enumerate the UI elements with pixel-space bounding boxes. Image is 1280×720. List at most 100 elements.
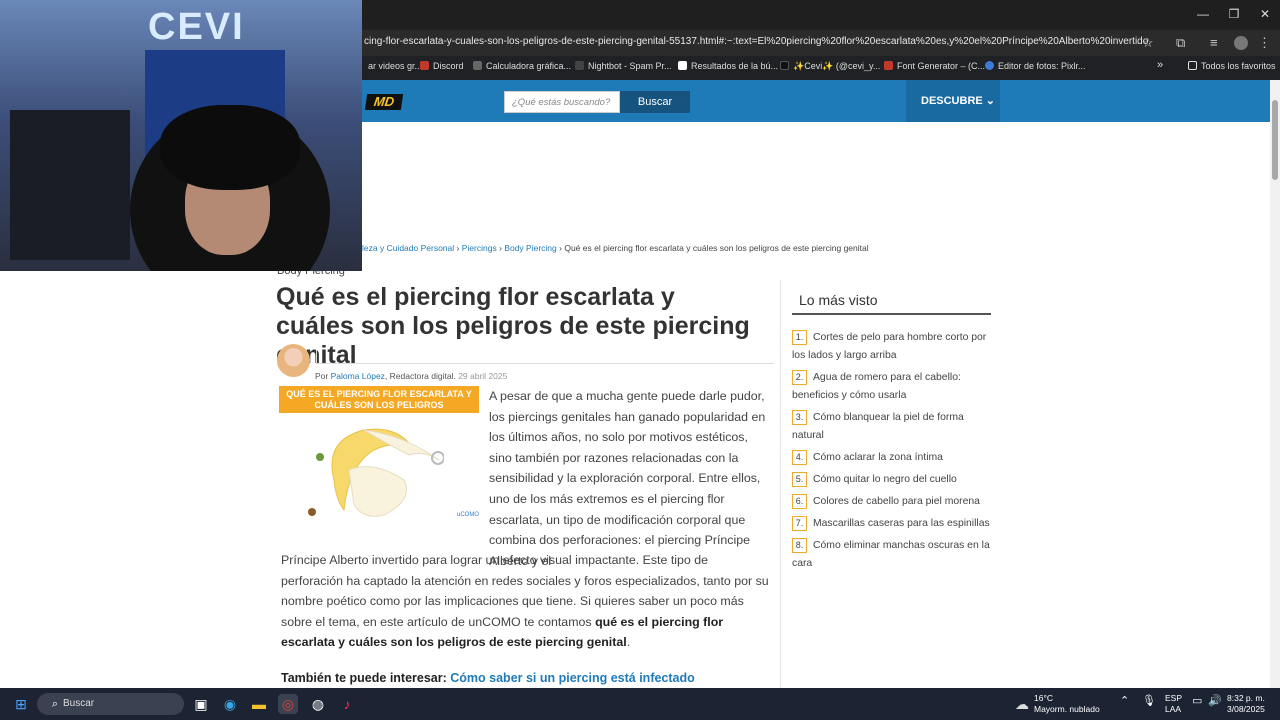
bookmark-item[interactable]: Resultados de la bú...	[678, 61, 778, 71]
chevron-up-icon[interactable]: ⌃	[1120, 696, 1129, 707]
bookmark-item[interactable]: Font Generator – (C...	[884, 61, 985, 71]
discord-icon	[420, 61, 429, 70]
close-button[interactable]: ✕	[1250, 4, 1280, 24]
edge-icon[interactable]: ◉	[220, 694, 240, 714]
list-item[interactable]: 8. Cómo eliminar manchas oscuras en la ca…	[792, 537, 998, 573]
address-bar[interactable]: cing-flor-escarlata-y-cuales-son-los-pel…	[360, 30, 1280, 56]
weather-desc: Mayorm. nublado	[1034, 704, 1100, 714]
list-item[interactable]: 5. Cómo quitar lo negro del cuello	[792, 471, 998, 489]
image-title: QUÉ ES EL PIERCING FLOR ESCARLATA Y CUÁL…	[279, 386, 479, 413]
list-number: 1.	[792, 330, 807, 345]
list-item[interactable]: 6. Colores de cabello para piel morena	[792, 493, 998, 511]
list-number: 6.	[792, 494, 807, 509]
task-view-icon[interactable]: ▣	[191, 694, 211, 714]
volume-icon[interactable]: 🔊	[1208, 696, 1222, 707]
breadcrumb-link[interactable]: Body Piercing	[504, 243, 556, 253]
profile-avatar[interactable]	[1234, 36, 1248, 50]
site-logo[interactable]: MD	[364, 94, 404, 110]
article-date: 29 abril 2025	[458, 371, 508, 381]
list-item-label[interactable]: Agua de romero para el cabello: benefici…	[792, 372, 961, 401]
windows-start-icon[interactable]: ⊞	[11, 694, 31, 714]
breadcrumb-separator: ›	[559, 243, 562, 253]
media-icon[interactable]: ≡	[1210, 35, 1218, 50]
related-label: También te puede interesar:	[281, 671, 451, 685]
breadcrumb-separator: ›	[499, 243, 502, 253]
related-article: También te puede interesar: Cómo saber s…	[281, 671, 695, 685]
list-item-label[interactable]: Cómo aclarar la zona íntima	[813, 452, 943, 463]
weather-widget[interactable]: 16°C Mayorm. nublado	[1034, 693, 1100, 715]
clock[interactable]: 8:32 p. m. 3/08/2025	[1227, 693, 1265, 715]
list-item-label[interactable]: Cómo blanquear la piel de forma natural	[792, 412, 964, 441]
obs-icon[interactable]: ◍	[308, 694, 328, 714]
list-number: 4.	[792, 450, 807, 465]
breadcrumb-link[interactable]: leza y Cuidado Personal	[362, 243, 454, 253]
breadcrumb-link[interactable]: Piercings	[462, 243, 497, 253]
byline-prefix: Por	[315, 371, 331, 381]
byline: Por Paloma López, Redactora digital. 29 …	[315, 371, 507, 381]
list-item[interactable]: 2. Agua de romero para el cabello: benefi…	[792, 369, 998, 405]
scrollbar-thumb[interactable]	[1272, 100, 1278, 180]
calculator-icon	[473, 61, 482, 70]
divider	[792, 313, 991, 315]
related-link[interactable]: Cómo saber si un piercing está infectado	[450, 671, 695, 685]
language-code: ESP	[1165, 693, 1183, 703]
list-item[interactable]: 3. Cómo blanquear la piel de forma natura…	[792, 409, 998, 445]
list-item-label[interactable]: Cortes de pelo para hombre corto por los…	[792, 332, 986, 361]
star-icon[interactable]: ☆	[1142, 35, 1154, 51]
list-item-label[interactable]: Cómo quitar lo negro del cuello	[813, 474, 957, 485]
divider	[316, 350, 317, 364]
list-number: 5.	[792, 472, 807, 487]
font-icon	[884, 61, 893, 70]
bookmark-item[interactable]: Editor de fotos: Pixlr...	[985, 61, 1086, 71]
list-item[interactable]: 7. Mascarillas caseras para las espinilla…	[792, 515, 998, 533]
language-indicator[interactable]: ESP LAA	[1165, 693, 1182, 715]
menu-icon[interactable]: ⋮	[1258, 35, 1271, 51]
chrome-icon[interactable]: ◎	[278, 694, 298, 714]
search-button[interactable]: Buscar	[620, 91, 690, 113]
document-icon	[678, 61, 687, 70]
search-input[interactable]: ¿Qué estás buscando?	[504, 91, 620, 113]
url-text[interactable]: cing-flor-escarlata-y-cuales-son-los-pel…	[364, 36, 1151, 47]
more-bookmarks-button[interactable]: »	[1157, 59, 1163, 71]
list-item-label[interactable]: Colores de cabello para piel morena	[813, 496, 980, 507]
clock-date: 3/08/2025	[1227, 704, 1265, 714]
divider	[316, 363, 774, 364]
bookmark-item[interactable]: Discord	[420, 61, 464, 71]
author-avatar[interactable]	[277, 344, 310, 377]
all-bookmarks-button[interactable]: Todos los favoritos	[1188, 61, 1276, 71]
bookmark-item[interactable]: Calculadora gráfica...	[473, 61, 571, 71]
author-role: , Redactora digital.	[384, 371, 456, 381]
list-item-label[interactable]: Cómo eliminar manchas oscuras en la cara	[792, 540, 990, 569]
list-item[interactable]: 1. Cortes de pelo para hombre corto por l…	[792, 329, 998, 365]
weather-temp: 16°C	[1034, 693, 1053, 703]
bookmark-item[interactable]: ✨Cevi✨ (@cevi_y...	[780, 61, 880, 72]
bookmark-item[interactable]: Nightbot - Spam Pr...	[575, 61, 672, 71]
extensions-icon[interactable]: ⧉	[1176, 35, 1185, 51]
file-explorer-icon[interactable]: ▬	[249, 694, 269, 714]
list-item-label[interactable]: Mascarillas caseras para las espinillas	[813, 518, 990, 529]
descubre-menu[interactable]: DESCUBRE ⌄	[906, 80, 1000, 122]
maximize-button[interactable]: ❐	[1219, 4, 1249, 24]
bookmark-item[interactable]: ar videos gr...	[368, 61, 422, 71]
sidebar-divider	[780, 280, 781, 688]
banana-illustration	[308, 428, 444, 517]
minimize-button[interactable]: —	[1188, 4, 1218, 24]
network-icon[interactable]: ▭	[1192, 696, 1202, 707]
breadcrumb-separator: ›	[456, 243, 460, 253]
list-number: 8.	[792, 538, 807, 553]
clock-time: 8:32 p. m.	[1227, 693, 1265, 703]
descubre-label: DESCUBRE	[921, 95, 983, 107]
tiktok-studio-icon[interactable]: ♪	[337, 694, 357, 714]
search-icon: ⌕	[51, 698, 59, 710]
most-viewed-list: 1. Cortes de pelo para hombre corto por l…	[792, 329, 998, 577]
tiktok-icon	[780, 61, 789, 70]
microphone-icon[interactable]: 🎙	[1142, 696, 1156, 707]
keyboard-layout: LAA	[1165, 704, 1182, 714]
chevron-down-icon: ⌄	[985, 95, 996, 107]
webcam-hair	[160, 105, 300, 190]
author-link[interactable]: Paloma López	[331, 371, 385, 381]
weather-icon: ☁	[1015, 696, 1029, 712]
paragraph-text: .	[626, 635, 631, 650]
list-item[interactable]: 4. Cómo aclarar la zona íntima	[792, 449, 998, 467]
bookmarks-bar: ar videos gr... Discord Calculadora gráf…	[360, 58, 1280, 78]
